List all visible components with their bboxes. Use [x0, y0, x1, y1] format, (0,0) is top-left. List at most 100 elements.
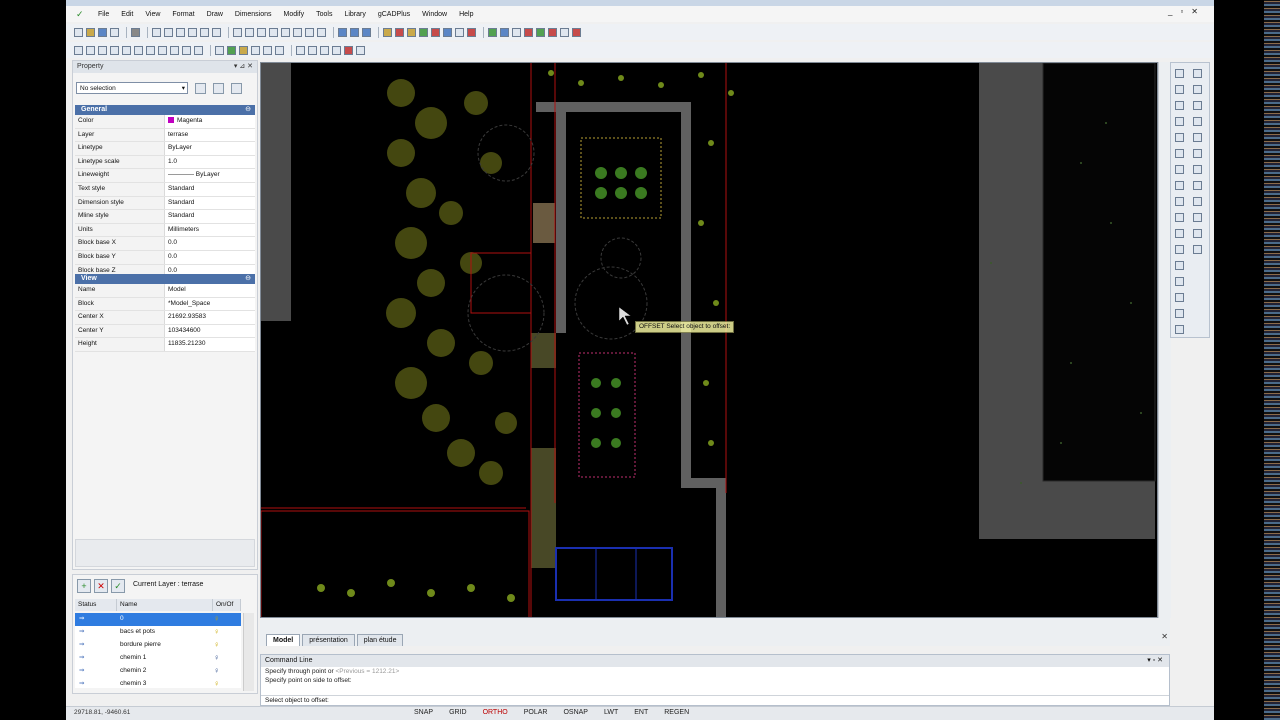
leader-icon[interactable] [344, 45, 353, 55]
zoom-window-icon[interactable] [269, 27, 278, 37]
command-line-header[interactable]: Command Line ▾ ▫ ✕ [261, 655, 1169, 667]
property-row-center-y[interactable]: Center Y 103434600 [75, 324, 255, 339]
column-status[interactable]: Status [75, 599, 117, 611]
save-icon[interactable] [98, 27, 107, 37]
zoom-previous-icon[interactable] [305, 27, 314, 37]
offset-icon[interactable] [1175, 181, 1184, 190]
layers-icon[interactable] [350, 27, 359, 37]
array-icon[interactable] [1175, 293, 1184, 302]
lightbulb-icon[interactable]: ♀ [214, 613, 241, 626]
tool-gray-icon[interactable] [455, 27, 464, 37]
undo-icon[interactable] [200, 27, 209, 37]
menu-draw[interactable]: Draw [201, 11, 229, 18]
menu-window[interactable]: Window [416, 11, 453, 18]
column-name[interactable]: Name [117, 599, 213, 611]
property-row-layer[interactable]: Layer terrase [75, 128, 255, 143]
trim-icon[interactable] [1175, 197, 1184, 206]
layer-row[interactable]: ⇒ bordure pierre ♀ [75, 639, 241, 652]
snap-midpoint-icon[interactable] [1193, 85, 1202, 94]
tool-r-icon[interactable] [431, 27, 440, 37]
menu-tools[interactable]: Tools [310, 11, 338, 18]
rotate-icon[interactable] [1175, 117, 1184, 126]
snap-node-icon[interactable] [1193, 117, 1202, 126]
hatch-icon[interactable] [227, 45, 236, 55]
tab-plan-etude[interactable]: plan étude [356, 634, 404, 646]
gcad-tool-2-icon[interactable] [500, 27, 509, 37]
layer-row[interactable]: ⇒ chemin 3 ♀ [75, 678, 241, 688]
property-row-block-base-x[interactable]: Block base X 0.0 [75, 237, 255, 251]
copy-object-icon[interactable] [1175, 85, 1184, 94]
property-row-text-style[interactable]: Text style Standard [75, 182, 255, 197]
lightbulb-off-icon[interactable]: ♀ [214, 652, 241, 665]
set-current-layer-icon[interactable]: ✓ [111, 579, 125, 593]
stretch-icon[interactable] [1175, 165, 1184, 174]
toggle-pickadd-icon[interactable] [231, 83, 242, 94]
layer-row[interactable]: ⇒ bacs et pots ♀ [75, 626, 241, 639]
new-icon[interactable] [74, 27, 83, 37]
property-row-dimension-style[interactable]: Dimension style Standard [75, 196, 255, 211]
edit-polyline-icon[interactable] [1175, 309, 1184, 318]
select-objects-icon[interactable] [195, 83, 206, 94]
snap-toggle[interactable]: SNAP [406, 708, 441, 717]
osnap-toggle[interactable]: OSNAP [555, 708, 596, 717]
dimension-icon[interactable] [296, 45, 305, 55]
library-icon[interactable] [383, 27, 392, 37]
pan-icon[interactable] [233, 27, 242, 37]
layer-row[interactable]: ⇒ 0 ♀ [75, 613, 241, 626]
layer-scrollbar[interactable] [243, 613, 254, 691]
panel-controls[interactable]: ▾ ▫ ✕ [1147, 655, 1163, 667]
drawing-canvas[interactable]: OFFSET Select object to offset: [260, 62, 1158, 618]
menu-modify[interactable]: Modify [277, 11, 310, 18]
extend-icon[interactable] [1175, 213, 1184, 222]
property-row-lineweight[interactable]: Lineweight ———— ByLayer [75, 169, 255, 183]
properties-icon[interactable] [338, 27, 347, 37]
gcad-tool-3-icon[interactable] [512, 27, 521, 37]
zoom-in-icon[interactable] [245, 27, 254, 37]
minimize-button[interactable]: _ [1168, 7, 1172, 16]
property-panel-title[interactable]: Property ▾ ⊿ ✕ [73, 61, 257, 73]
property-row-mline-style[interactable]: Mline style Standard [75, 210, 255, 224]
lightbulb-icon[interactable]: ♀ [214, 639, 241, 652]
layer-row[interactable]: ⇒ chemin 1 ♀ [75, 652, 241, 665]
property-row-linetype-scale[interactable]: Linetype scale 1.0 [75, 155, 255, 170]
dimension-aligned-icon[interactable] [308, 45, 317, 55]
circle-icon[interactable] [182, 45, 191, 55]
rectangle-icon[interactable] [158, 45, 167, 55]
match-properties-icon[interactable] [188, 27, 197, 37]
property-row-units[interactable]: Units Millimeters [75, 223, 255, 238]
open-icon[interactable] [86, 27, 95, 37]
menu-edit[interactable]: Edit [115, 11, 139, 18]
properties-match-icon[interactable] [1175, 325, 1184, 334]
tool-blue-icon[interactable] [443, 27, 452, 37]
menu-file[interactable]: File [92, 11, 115, 18]
snap-quadrant-icon[interactable] [1193, 197, 1202, 206]
general-section-header[interactable]: General ⊖ [75, 105, 255, 115]
arc-icon[interactable] [170, 45, 179, 55]
property-row-name[interactable]: Name Model [75, 284, 255, 298]
menu-gcadplus[interactable]: gCADPlus [372, 11, 416, 18]
menu-library[interactable]: Library [338, 11, 371, 18]
regen-icon[interactable] [317, 27, 326, 37]
xline-icon[interactable] [110, 45, 119, 55]
ray-icon[interactable] [98, 45, 107, 55]
panel-controls[interactable]: ▾ ⊿ ✕ [234, 61, 253, 73]
delete-layer-icon[interactable]: ✕ [94, 579, 108, 593]
property-row-block-base-y[interactable]: Block base Y 0.0 [75, 250, 255, 265]
gcad-tool-6-icon[interactable] [548, 27, 557, 37]
zoom-extents-icon[interactable] [293, 27, 302, 37]
quick-select-icon[interactable] [213, 83, 224, 94]
property-row-color[interactable]: Color Magenta [75, 115, 255, 129]
menu-dimensions[interactable]: Dimensions [229, 11, 278, 18]
lightbulb-icon[interactable]: ♀ [214, 678, 241, 688]
break-icon[interactable] [1175, 229, 1184, 238]
dimension-radius-icon[interactable] [320, 45, 329, 55]
property-row-linetype[interactable]: Linetype ByLayer [75, 142, 255, 156]
menu-format[interactable]: Format [166, 11, 200, 18]
gcad-tool-1-icon[interactable] [488, 27, 497, 37]
menu-help[interactable]: Help [453, 11, 479, 18]
ortho-toggle[interactable]: ORTHO [475, 708, 516, 717]
tab-model[interactable]: Model [266, 634, 301, 646]
lwt-toggle[interactable]: LWT [596, 708, 626, 717]
make-block-icon[interactable] [251, 45, 260, 55]
regen-toggle[interactable]: REGEN [656, 708, 697, 717]
